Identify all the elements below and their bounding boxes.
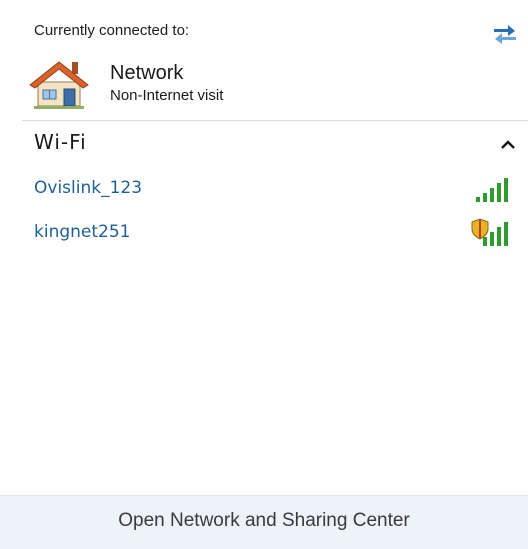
chevron-up-icon: [501, 140, 515, 149]
currently-connected-label: Currently connected to:: [34, 22, 190, 39]
refresh-arrows-icon: [494, 25, 516, 44]
signal-bars-icon: [476, 178, 508, 202]
signal-bars-shield-icon: [471, 218, 508, 246]
connected-network-status: Non-Internet visit: [110, 87, 224, 104]
house-network-icon: [29, 61, 89, 109]
wifi-network-item[interactable]: kingnet251: [22, 215, 528, 251]
footer-bar: Open Network and Sharing Center: [0, 495, 528, 549]
wifi-network-name: kingnet251: [34, 222, 131, 242]
wifi-section-title: Wi-Fi: [34, 130, 87, 154]
section-divider: [22, 120, 528, 121]
open-network-sharing-center-link[interactable]: Open Network and Sharing Center: [0, 510, 528, 532]
wifi-network-item[interactable]: Ovislink_123: [22, 171, 528, 207]
wifi-network-name: Ovislink_123: [34, 178, 143, 198]
wifi-collapse-button[interactable]: [496, 134, 520, 156]
refresh-button[interactable]: [490, 20, 520, 46]
network-flyout: Currently connected to: Network Non-Inte…: [0, 0, 528, 549]
connected-network-name: Network: [110, 62, 184, 84]
connected-network[interactable]: Network Non-Internet visit: [28, 58, 508, 114]
